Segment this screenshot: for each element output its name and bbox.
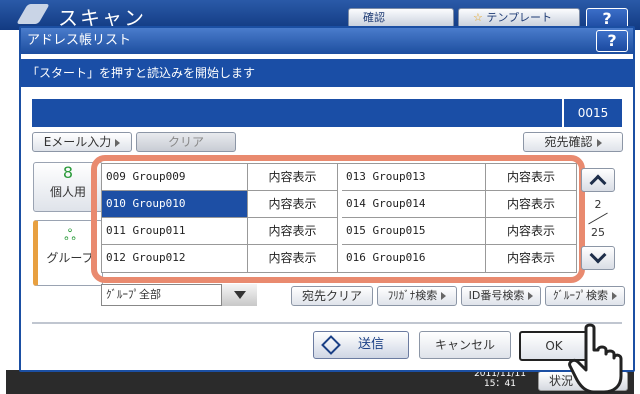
page: スキャン 確認 ☆ テンプレート ? 2011/11/11 15：41 状況 ア… [0,0,640,394]
cancel-button[interactable]: キャンセル [419,331,511,359]
background-template-label: テンプレート [486,11,553,24]
page-current: 2 [594,198,602,211]
send-label: 送信 [358,337,385,352]
page-divider [588,212,608,225]
background-confirm-label: 確認 [363,11,385,24]
dialog-title: アドレス帳リスト [21,28,633,54]
time-text: 15：41 [484,379,516,389]
destination-confirm-button[interactable]: 宛先確認 [523,132,623,152]
scroll-up-button[interactable] [581,168,615,192]
chevron-down-icon [589,246,607,264]
email-input-button[interactable]: Eメール入力 [32,132,132,152]
background-template-button[interactable]: ☆ テンプレート [458,8,580,28]
divider [32,322,622,324]
id-search-button[interactable]: ID番号検索 [461,286,541,306]
group-search-label: ｸﾞﾙｰﾌﾟ検索 [553,289,608,302]
clear-button[interactable]: クリア [136,132,236,152]
message-bar: 「スタート」を押すと読込みを開始します [21,59,633,87]
clear-label: クリア [167,135,204,149]
pointing-hand-icon [568,323,623,394]
arrow-right-icon [441,292,447,300]
scroll-down-button[interactable] [581,246,615,270]
send-button[interactable]: 送信 [313,331,409,359]
highlight-frame [91,155,585,283]
send-icon [321,335,341,355]
furigana-search-label: ﾌﾘｶﾞﾅ検索 [387,289,438,302]
destination-bar: 0015 [32,99,622,127]
group-filter-dropdown[interactable] [221,284,257,306]
group-search-button[interactable]: ｸﾞﾙｰﾌﾟ検索 [545,286,625,306]
dropdown-arrow-icon [234,291,246,299]
group-filter-value: ｸﾞﾙｰﾌﾟ全部 [106,288,161,301]
arrow-right-icon [115,138,121,147]
background-confirm-button[interactable]: 確認 [348,8,454,28]
chevron-up-icon [589,174,607,192]
destination-count: 0015 [562,99,622,127]
arrow-right-icon [596,138,602,147]
star-icon: ☆ [473,11,483,24]
page-total: 25 [591,226,605,239]
arrow-right-icon [528,292,534,300]
arrow-right-icon [612,292,617,300]
dialog-help-button[interactable]: ? [596,30,628,52]
address-book-dialog: アドレス帳リスト ? 「スタート」を押すと読込みを開始します 0015 Eメール… [19,26,635,372]
id-search-label: ID番号検索 [468,289,525,302]
date-time: 2011/11/11 15：41 [470,369,530,389]
destination-confirm-label: 宛先確認 [544,135,593,149]
destination-clear-label: 宛先クリア [301,289,362,303]
furigana-search-button[interactable]: ﾌﾘｶﾞﾅ検索 [377,286,457,306]
email-input-label: Eメール入力 [43,135,112,149]
destination-clear-button[interactable]: 宛先クリア [291,286,373,306]
